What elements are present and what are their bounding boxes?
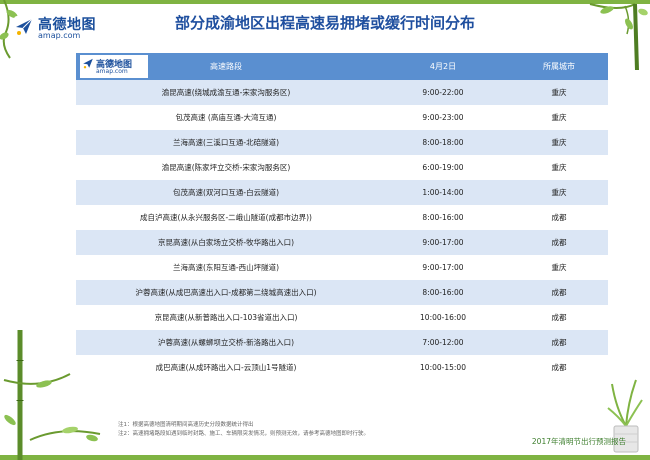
cell-city: 重庆 (510, 255, 608, 280)
table-row: 京昆高速(从新普路出入口-103省道出入口) 10:00-16:00 成都 (76, 305, 608, 330)
cell-road-section: 沪蓉高速(从成巴高速出入口-成都第二绕城高速出入口) (76, 280, 376, 305)
page-title: 部分成渝地区出程高速易拥堵或缓行时间分布 (174, 14, 475, 32)
header-brand-url: amap.com (96, 68, 128, 75)
cell-congestion-time: 1:00-14:00 (376, 180, 510, 205)
header-road-label: 高速路段 (210, 62, 242, 71)
cell-congestion-time: 9:00-22:00 (376, 80, 510, 105)
cell-road-section: 渝昆高速(陈家坪立交桥-宋家沟服务区) (76, 155, 376, 180)
table-row: 成自泸高速(从永兴服务区-二峨山隧道(成都市边界)) 8:00-16:00 成都 (76, 205, 608, 230)
header-road-section: 高德地图 amap.com 高速路段 (76, 53, 376, 80)
cell-city: 成都 (510, 330, 608, 355)
cell-city: 成都 (510, 305, 608, 330)
header-city: 所属城市 (510, 53, 608, 80)
table-header-row: 高德地图 amap.com 高速路段 4月2日 所属城市 (76, 53, 608, 80)
cell-city: 重庆 (510, 180, 608, 205)
cell-city: 成都 (510, 230, 608, 255)
cell-city: 成都 (510, 280, 608, 305)
cell-road-section: 沪蓉高速(从螺蛳坝立交桥-新洛路出入口) (76, 330, 376, 355)
cell-congestion-time: 9:00-17:00 (376, 230, 510, 255)
paper-plane-icon (83, 58, 93, 69)
cell-road-section: 渝昆高速(绕城成渝互通-宋家沟服务区) (76, 80, 376, 105)
cell-congestion-time: 10:00-15:00 (376, 355, 510, 380)
footnotes: 注1：根据高德地图清明期间高速历史分段数据统计得出 注2：高速拥堵路段如遇到临时… (118, 421, 369, 439)
report-name: 2017年清明节出行预测报告 (531, 437, 626, 446)
cell-congestion-time: 10:00-16:00 (376, 305, 510, 330)
table-row: 京昆高速(从白家场立交桥-牧华路出入口) 9:00-17:00 成都 (76, 230, 608, 255)
cell-city: 成都 (510, 205, 608, 230)
table-row: 成巴高速(从成环路出入口-云顶山1号隧道) 10:00-15:00 成都 (76, 355, 608, 380)
cell-congestion-time: 8:00-18:00 (376, 130, 510, 155)
cell-congestion-time: 9:00-23:00 (376, 105, 510, 130)
cell-congestion-time: 7:00-12:00 (376, 330, 510, 355)
table-row: 兰海高速(三溪口互通-北碚隧道) 8:00-18:00 重庆 (76, 130, 608, 155)
cell-city: 重庆 (510, 105, 608, 130)
table-row: 沪蓉高速(从成巴高速出入口-成都第二绕城高速出入口) 8:00-16:00 成都 (76, 280, 608, 305)
cell-road-section: 成自泸高速(从永兴服务区-二峨山隧道(成都市边界)) (76, 205, 376, 230)
footnote-2: 注2：高速拥堵路段如遇到临时封路、施工、车辆限突发情况，则预测无效，请参考高德地… (118, 431, 370, 437)
table-row: 包茂高速(双河口互通-白云隧道) 1:00-14:00 重庆 (76, 180, 608, 205)
footnote-1: 注1：根据高德地图清明期间高速历史分段数据统计得出 (118, 422, 254, 428)
table-row: 渝昆高速(绕城成渝互通-宋家沟服务区) 9:00-22:00 重庆 (76, 80, 608, 105)
cell-city: 重庆 (510, 80, 608, 105)
cell-road-section: 成巴高速(从成环路出入口-云顶山1号隧道) (76, 355, 376, 380)
congestion-table-wrapper: 高德地图 amap.com 高速路段 4月2日 所属城市 渝昆高速(绕城成渝互通… (76, 53, 608, 380)
congestion-table: 高德地图 amap.com 高速路段 4月2日 所属城市 渝昆高速(绕城成渝互通… (76, 53, 608, 380)
cell-road-section: 包茂高速(双河口互通-白云隧道) (76, 180, 376, 205)
top-border (0, 0, 650, 4)
cell-congestion-time: 6:00-19:00 (376, 155, 510, 180)
cell-road-section: 包茂高速 (高庙互通-大湾互通) (76, 105, 376, 130)
header-brand-logo: 高德地图 amap.com (80, 55, 148, 78)
table-row: 兰海高速(东阳互通-西山坪隧道) 9:00-17:00 重庆 (76, 255, 608, 280)
cell-road-section: 京昆高速(从白家场立交桥-牧华路出入口) (76, 230, 376, 255)
cell-congestion-time: 8:00-16:00 (376, 205, 510, 230)
cell-congestion-time: 8:00-16:00 (376, 280, 510, 305)
table-row: 沪蓉高速(从螺蛳坝立交桥-新洛路出入口) 7:00-12:00 成都 (76, 330, 608, 355)
header-date: 4月2日 (376, 53, 510, 80)
cell-congestion-time: 9:00-17:00 (376, 255, 510, 280)
table-row: 包茂高速 (高庙互通-大湾互通) 9:00-23:00 重庆 (76, 105, 608, 130)
cell-city: 重庆 (510, 155, 608, 180)
cell-road-section: 兰海高速(三溪口互通-北碚隧道) (76, 130, 376, 155)
cell-road-section: 兰海高速(东阳互通-西山坪隧道) (76, 255, 376, 280)
cell-city: 重庆 (510, 130, 608, 155)
table-row: 渝昆高速(陈家坪立交桥-宋家沟服务区) 6:00-19:00 重庆 (76, 155, 608, 180)
cell-road-section: 京昆高速(从新普路出入口-103省道出入口) (76, 305, 376, 330)
cell-city: 成都 (510, 355, 608, 380)
